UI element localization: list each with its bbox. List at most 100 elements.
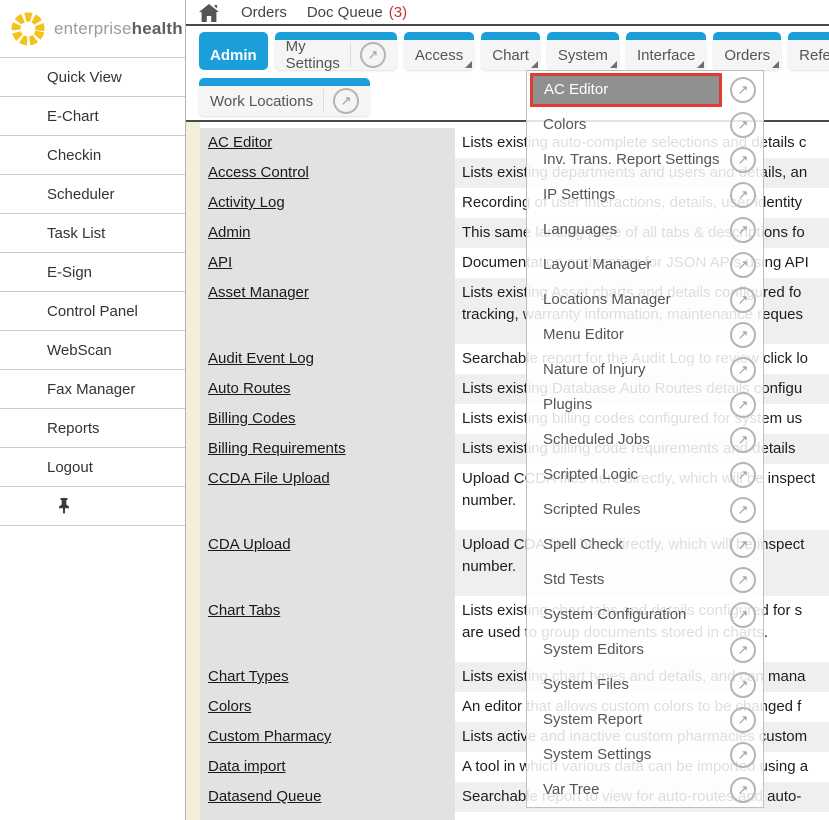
open-in-new-icon[interactable]: ↗ [730,392,756,418]
open-in-new-icon[interactable]: ↗ [730,777,756,803]
open-in-new-icon[interactable]: ↗ [730,602,756,628]
breadcrumb-orders[interactable]: Orders [241,4,287,21]
sidebar-item[interactable]: E-Chart [0,97,185,136]
open-in-new-icon[interactable]: ↗ [730,147,756,173]
admin-link[interactable]: Datasend Queue [208,788,321,805]
menu-item[interactable]: System Settings ↗ [527,737,763,772]
admin-link[interactable]: Admin [208,224,251,241]
open-in-new-icon[interactable]: ↗ [730,217,756,243]
sidebar-item[interactable]: Reports [0,409,185,448]
sidebar-item[interactable]: Fax Manager [0,370,185,409]
menu-item-label[interactable]: Locations Manager [530,291,726,308]
menu-item[interactable]: System Files ↗ [527,667,763,702]
open-in-new-icon[interactable]: ↗ [730,287,756,313]
open-in-new-icon[interactable]: ↗ [730,637,756,663]
open-in-new-icon[interactable]: ↗ [730,182,756,208]
menu-item[interactable]: Layout Manager ↗ [527,247,763,282]
brand-logo[interactable]: enterprisehealth [0,0,185,58]
menu-item[interactable]: AC Editor ↗ [527,72,763,107]
breadcrumb-doc-queue[interactable]: Doc Queue [307,4,383,21]
admin-link[interactable]: Audit Event Log [208,350,314,367]
menu-item[interactable]: Spell Check ↗ [527,527,763,562]
menu-item[interactable]: System Editors ↗ [527,632,763,667]
menu-item[interactable]: IP Settings ↗ [527,177,763,212]
menu-item-label[interactable]: Scripted Logic [530,466,726,483]
sidebar-item[interactable]: E-Sign [0,253,185,292]
open-in-new-icon[interactable]: ↗ [730,427,756,453]
breadcrumb-doc-queue-group[interactable]: Doc Queue (3) [307,4,407,21]
sidebar-item[interactable]: WebScan [0,331,185,370]
admin-link[interactable]: Custom Pharmacy [208,728,331,745]
sidebar-item[interactable]: Scheduler [0,175,185,214]
menu-item-label[interactable]: Spell Check [530,536,726,553]
open-in-new-icon[interactable]: ↗ [730,357,756,383]
menu-item-label[interactable]: Nature of Injury [530,361,726,378]
menu-item[interactable]: Plugins ↗ [527,387,763,422]
menu-item[interactable]: Languages ↗ [527,212,763,247]
menu-item[interactable]: Menu Editor ↗ [527,317,763,352]
menu-item-label[interactable]: Scripted Rules [530,501,726,518]
sidebar-item[interactable]: Quick View [0,58,185,97]
open-in-new-icon[interactable]: ↗ [730,77,756,103]
menu-item[interactable]: System Configuration ↗ [527,597,763,632]
menu-item-label[interactable]: Inv. Trans. Report Settings [530,151,726,168]
menu-item-label[interactable]: System Editors [530,641,726,658]
menu-item[interactable]: Scripted Logic ↗ [527,457,763,492]
admin-link[interactable]: API [208,254,232,271]
admin-link[interactable]: Billing Codes [208,410,296,427]
tab[interactable]: Interface [626,32,706,70]
home-icon[interactable] [199,4,219,22]
sidebar-item[interactable]: Logout [0,448,185,487]
menu-item[interactable]: Std Tests ↗ [527,562,763,597]
open-in-new-icon[interactable]: ↗ [730,672,756,698]
tab[interactable]: Admin [199,32,268,70]
admin-link[interactable]: Access Control [208,164,309,181]
admin-link[interactable]: CDA Upload [208,536,291,553]
sidebar-item[interactable]: Control Panel [0,292,185,331]
menu-item-label[interactable]: Scheduled Jobs [530,431,726,448]
admin-link[interactable]: Billing Requirements [208,440,346,457]
menu-item-label[interactable]: Colors [530,116,726,133]
open-in-new-icon[interactable]: ↗ [730,252,756,278]
admin-link[interactable]: Data import [208,758,286,775]
admin-link[interactable]: Asset Manager [208,284,309,301]
admin-link[interactable]: Chart Tabs [208,602,280,619]
open-in-new-icon[interactable]: ↗ [730,707,756,733]
menu-item-label[interactable]: Plugins [530,396,726,413]
tab[interactable]: Reference [788,32,829,70]
open-in-new-icon[interactable]: ↗ [730,742,756,768]
menu-item[interactable]: Locations Manager ↗ [527,282,763,317]
admin-link[interactable]: Colors [208,698,251,715]
menu-item-label[interactable]: System Files [530,676,726,693]
menu-item-label[interactable]: IP Settings [530,186,726,203]
menu-item[interactable]: Inv. Trans. Report Settings ↗ [527,142,763,177]
menu-item-label[interactable]: Var Tree [530,781,726,798]
tab[interactable]: Access [404,32,474,70]
tab[interactable]: System [547,32,619,70]
admin-link[interactable]: Auto Routes [208,380,291,397]
menu-item-label[interactable]: Std Tests [530,571,726,588]
menu-item-label[interactable]: System Configuration [530,606,726,623]
open-in-new-icon[interactable]: ↗ [333,88,359,114]
tab[interactable]: Chart [481,32,540,70]
tab[interactable]: Work Locations ↗ [199,78,370,116]
open-in-new-icon[interactable]: ↗ [730,497,756,523]
menu-item-label[interactable]: System Settings [530,746,726,763]
menu-item[interactable]: Var Tree ↗ [527,772,763,807]
menu-item[interactable]: System Report ↗ [527,702,763,737]
menu-item-label[interactable]: System Report [530,711,726,728]
tab[interactable]: Orders [713,32,781,70]
menu-item[interactable]: Nature of Injury ↗ [527,352,763,387]
menu-item-label[interactable]: AC Editor [530,73,722,107]
open-in-new-icon[interactable]: ↗ [730,567,756,593]
open-in-new-icon[interactable]: ↗ [730,532,756,558]
open-in-new-icon[interactable]: ↗ [360,42,386,68]
tab[interactable]: My Settings ↗ [275,32,397,70]
open-in-new-icon[interactable]: ↗ [730,322,756,348]
menu-item-label[interactable]: Languages [530,221,726,238]
admin-link[interactable]: Chart Types [208,668,289,685]
sidebar-item[interactable]: Checkin [0,136,185,175]
sidebar-pin-button[interactable] [0,487,185,526]
admin-link[interactable]: AC Editor [208,134,272,151]
admin-link[interactable]: CCDA File Upload [208,470,330,487]
